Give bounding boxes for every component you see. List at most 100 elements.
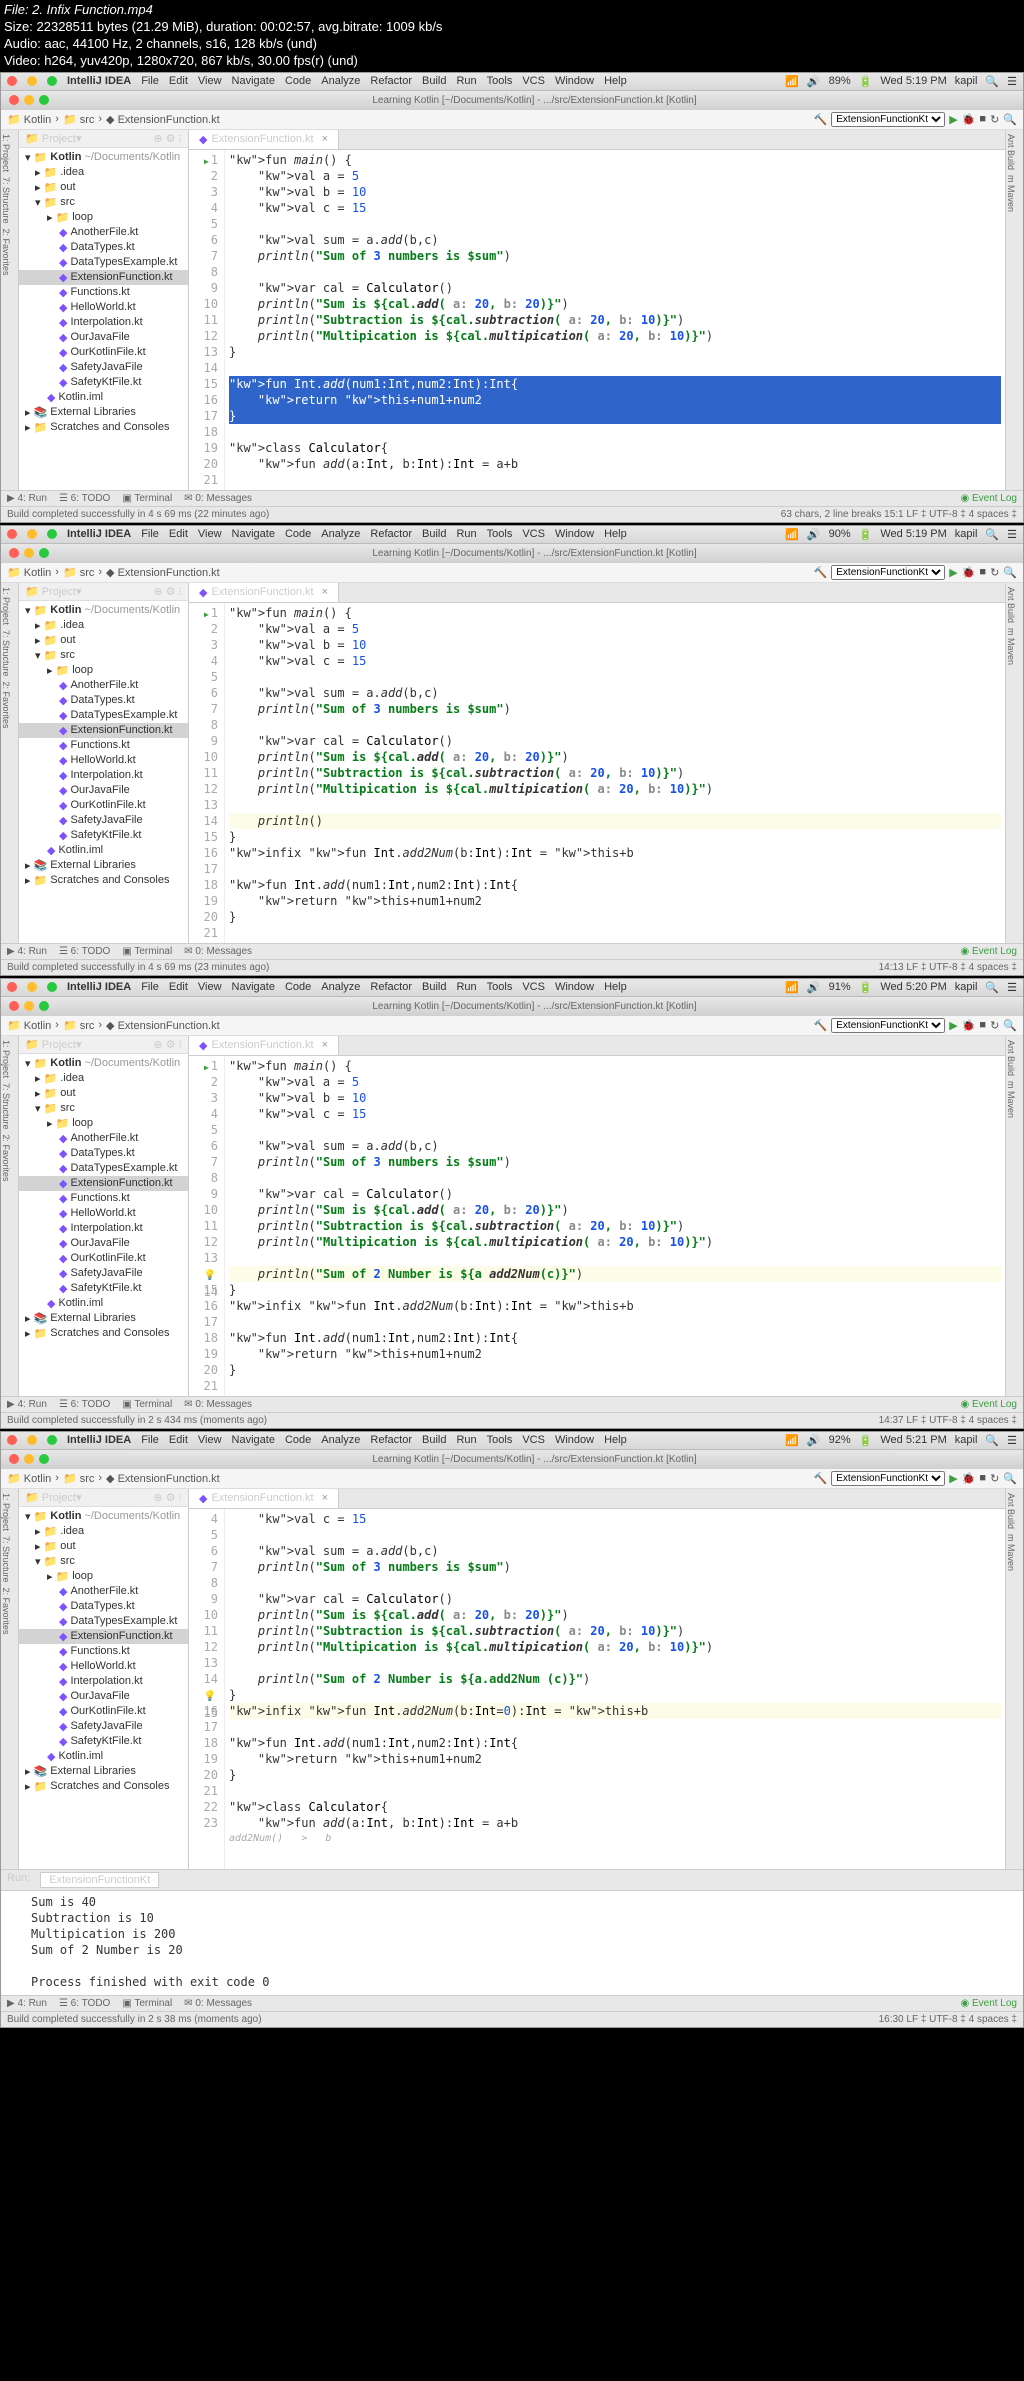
- tree-item[interactable]: ◆ SafetyKtFile.kt: [19, 1281, 188, 1296]
- tree-item[interactable]: ▾ 📁 Kotlin ~/Documents/Kotlin: [19, 1056, 188, 1071]
- tree-item[interactable]: ◆ DataTypesExample.kt: [19, 1614, 188, 1629]
- crumb-src[interactable]: 📁 src: [63, 1019, 94, 1032]
- menu-build[interactable]: Build: [422, 75, 446, 87]
- code-editor[interactable]: ▶12345678910111213💡141516171819202122232…: [189, 1056, 1005, 1396]
- search-icon[interactable]: 🔍: [985, 75, 999, 88]
- crumb-root[interactable]: 📁 Kotlin: [7, 113, 51, 126]
- tree-item[interactable]: ◆ Interpolation.kt: [19, 315, 188, 330]
- tree-item[interactable]: ◆ ExtensionFunction.kt: [19, 270, 188, 285]
- crumb-root[interactable]: 📁 Kotlin: [7, 1472, 51, 1485]
- menu-file[interactable]: File: [141, 1434, 159, 1446]
- tree-item[interactable]: ▾ 📁 src: [19, 1101, 188, 1116]
- code-line[interactable]: "kw">var cal = Calculator(): [229, 280, 1001, 296]
- code-line[interactable]: [229, 1783, 1001, 1799]
- code-line[interactable]: }: [229, 829, 1001, 845]
- left-gutter-tabs[interactable]: 1: Project 7: Structure 2: Favorites: [1, 1489, 19, 1869]
- run-config-select[interactable]: ExtensionFunctionKt: [831, 565, 945, 580]
- code-line[interactable]: println("Sum of 3 numbers is $sum"): [229, 248, 1001, 264]
- code-line[interactable]: "kw">val c = 15: [229, 1511, 1001, 1527]
- code-line[interactable]: "kw">val c = 15: [229, 1106, 1001, 1122]
- menu-view[interactable]: View: [198, 528, 222, 540]
- tree-item[interactable]: ◆ SafetyJavaFile: [19, 813, 188, 828]
- code-line[interactable]: }: [229, 1282, 1001, 1298]
- debug-icon[interactable]: 🐞: [962, 566, 976, 579]
- code-line[interactable]: }: [229, 344, 1001, 360]
- menu-analyze[interactable]: Analyze: [321, 528, 360, 540]
- right-gutter-tabs[interactable]: Ant Build m Maven: [1005, 1489, 1023, 1869]
- menu-build[interactable]: Build: [422, 1434, 446, 1446]
- close-icon[interactable]: [9, 1001, 19, 1011]
- menu-navigate[interactable]: Navigate: [232, 75, 275, 87]
- tree-item[interactable]: ▸ 📚 External Libraries: [19, 1764, 188, 1779]
- code-line[interactable]: [229, 1250, 1001, 1266]
- tree-item[interactable]: ▸ 📁 out: [19, 633, 188, 648]
- tree-item[interactable]: ◆ OurKotlinFile.kt: [19, 345, 188, 360]
- maximize-icon[interactable]: [47, 1435, 57, 1445]
- tree-item[interactable]: ▸ 📁 Scratches and Consoles: [19, 1326, 188, 1341]
- code-body[interactable]: "kw">fun main() { "kw">val a = 5 "kw">va…: [225, 603, 1005, 943]
- code-line[interactable]: [229, 861, 1001, 877]
- terminal-tab[interactable]: ▣ Terminal: [122, 946, 172, 957]
- code-line[interactable]: }: [229, 408, 1001, 424]
- settings-icon[interactable]: ⊕ ⚙ ⁝: [153, 1491, 182, 1504]
- tree-item[interactable]: ◆ DataTypesExample.kt: [19, 708, 188, 723]
- code-line[interactable]: "kw">fun Int.add(num1:Int,num2:Int):Int{: [229, 1735, 1001, 1751]
- menu-navigate[interactable]: Navigate: [232, 528, 275, 540]
- code-line[interactable]: println("Sum is ${cal.add( a: 20, b: 20)…: [229, 1607, 1001, 1623]
- code-line[interactable]: println("Sum is ${cal.add( a: 20, b: 20)…: [229, 296, 1001, 312]
- code-line[interactable]: [229, 1314, 1001, 1330]
- menu-view[interactable]: View: [198, 1434, 222, 1446]
- close-icon[interactable]: [7, 982, 17, 992]
- tree-item[interactable]: ▸ 📚 External Libraries: [19, 405, 188, 420]
- tree-item[interactable]: ◆ HelloWorld.kt: [19, 1206, 188, 1221]
- update-icon[interactable]: ↻: [990, 1019, 999, 1032]
- crumb-src[interactable]: 📁 src: [63, 113, 94, 126]
- code-line[interactable]: "kw">return "kw">this+num1+num2: [229, 392, 1001, 408]
- crumb-file[interactable]: ◆ ExtensionFunction.kt: [106, 566, 220, 579]
- minimize-icon[interactable]: [24, 548, 34, 558]
- code-line[interactable]: }: [229, 1687, 1001, 1703]
- menu-code[interactable]: Code: [285, 75, 311, 87]
- menu-refactor[interactable]: Refactor: [370, 75, 412, 87]
- terminal-tab[interactable]: ▣ Terminal: [122, 493, 172, 504]
- tree-item[interactable]: ◆ Functions.kt: [19, 1191, 188, 1206]
- tree-item[interactable]: ▸ 📁 out: [19, 180, 188, 195]
- code-line[interactable]: "kw">fun Int.add(num1:Int,num2:Int):Int{: [229, 1330, 1001, 1346]
- code-line[interactable]: "kw">class Calculator{: [229, 941, 1001, 943]
- menu-vcs[interactable]: VCS: [522, 75, 545, 87]
- close-icon[interactable]: [9, 1454, 19, 1464]
- menu-window[interactable]: Window: [555, 528, 594, 540]
- tree-item[interactable]: ▾ 📁 src: [19, 195, 188, 210]
- menu-intellij-idea[interactable]: IntelliJ IDEA: [67, 528, 131, 540]
- close-icon[interactable]: [7, 529, 17, 539]
- menu-analyze[interactable]: Analyze: [321, 1434, 360, 1446]
- debug-icon[interactable]: 🐞: [962, 1472, 976, 1485]
- menu-vcs[interactable]: VCS: [522, 1434, 545, 1446]
- menu-refactor[interactable]: Refactor: [370, 981, 412, 993]
- code-line[interactable]: }: [229, 1767, 1001, 1783]
- tree-item[interactable]: ◆ Interpolation.kt: [19, 1221, 188, 1236]
- code-line[interactable]: [229, 925, 1001, 941]
- code-line[interactable]: [229, 1378, 1001, 1394]
- crumb-src[interactable]: 📁 src: [63, 1472, 94, 1485]
- run-icon[interactable]: ▶: [949, 1472, 957, 1485]
- stop-icon[interactable]: ■: [979, 1472, 986, 1484]
- maximize-icon[interactable]: [39, 95, 49, 105]
- todo-tab[interactable]: ☰ 6: TODO: [59, 493, 110, 504]
- todo-tab[interactable]: ☰ 6: TODO: [59, 1399, 110, 1410]
- tree-item[interactable]: ◆ Functions.kt: [19, 1644, 188, 1659]
- tree-item[interactable]: ◆ ExtensionFunction.kt: [19, 723, 188, 738]
- code-line[interactable]: "kw">fun main() {: [229, 1058, 1001, 1074]
- tree-item[interactable]: ▸ 📁 loop: [19, 1569, 188, 1584]
- close-icon[interactable]: [7, 1435, 17, 1445]
- search-everywhere-icon[interactable]: 🔍: [1003, 1472, 1017, 1485]
- debug-icon[interactable]: 🐞: [962, 113, 976, 126]
- tree-item[interactable]: ▾ 📁 src: [19, 648, 188, 663]
- code-body[interactable]: "kw">fun main() { "kw">val a = 5 "kw">va…: [225, 1056, 1005, 1396]
- tree-item[interactable]: ◆ HelloWorld.kt: [19, 1659, 188, 1674]
- close-icon[interactable]: ×: [322, 586, 328, 598]
- run-config-tab[interactable]: ExtensionFunctionKt: [40, 1872, 159, 1888]
- update-icon[interactable]: ↻: [990, 113, 999, 126]
- tree-item[interactable]: ◆ Kotlin.iml: [19, 1749, 188, 1764]
- tree-item[interactable]: ◆ SafetyJavaFile: [19, 360, 188, 375]
